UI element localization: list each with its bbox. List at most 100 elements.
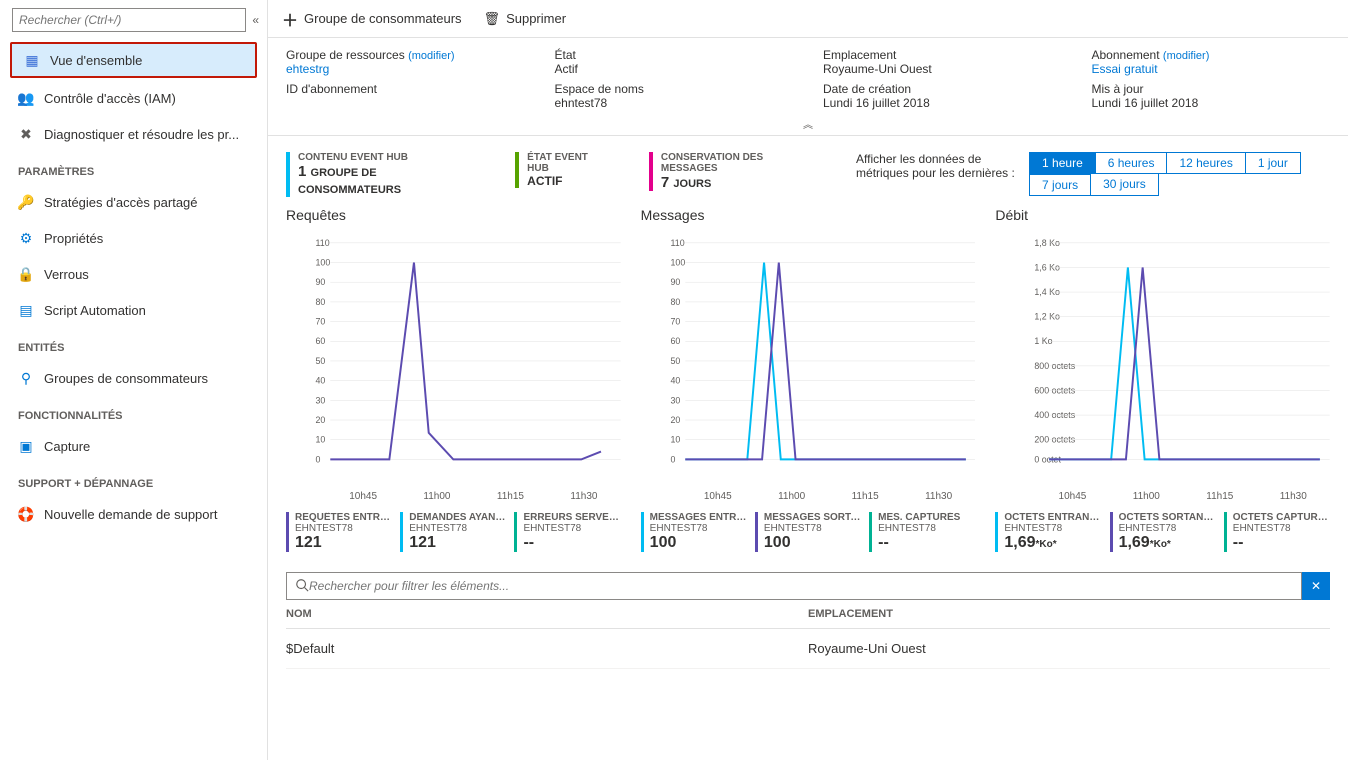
status-label: ÉTAT EVENT HUB	[527, 152, 609, 174]
m-label: MES. CAPTURÉS	[878, 512, 975, 523]
nav-script[interactable]: ▤ Script Automation	[0, 292, 267, 328]
svg-text:40: 40	[316, 376, 326, 386]
timegrain-30d[interactable]: 30 jours	[1090, 173, 1159, 196]
svg-text:30: 30	[316, 395, 326, 405]
chart-canvas-messages[interactable]: 1101009080706050403020100	[641, 229, 976, 489]
status-sub: GROUPE DE CONSOMMATEURS	[298, 167, 401, 196]
nav-label: Capture	[44, 439, 90, 454]
nav-diagnose[interactable]: ✖ Diagnostiquer et résoudre les pr...	[0, 116, 267, 152]
nav-label: Verrous	[44, 267, 89, 282]
status-label: CONTENU EVENT HUB	[298, 152, 475, 163]
nav-capture[interactable]: ▣ Capture	[0, 428, 267, 464]
essentials-toggle[interactable]: ︽	[286, 116, 1330, 131]
modify-resource-group-link[interactable]: (modifier)	[408, 50, 454, 62]
timegrain-1d[interactable]: 1 jour	[1245, 152, 1301, 174]
chart-title: Requêtes	[286, 207, 621, 223]
ess-val: ehntest78	[555, 96, 794, 110]
metric-tp-in: OCTETS ENTRANTS (...EHNTEST781,69*Ko*	[995, 512, 1101, 552]
timegrain-1h[interactable]: 1 heure	[1029, 152, 1096, 174]
chart-canvas-requests[interactable]: 1101009080706050403020100	[286, 229, 621, 489]
m-sub: EHNTEST78	[878, 523, 975, 534]
xtick: 11h15	[1206, 491, 1233, 502]
status-value: ACTIF	[527, 174, 609, 188]
xtick: 11h15	[852, 491, 879, 502]
filter-input[interactable]	[309, 579, 1293, 593]
chart-xlabels: 10h45 11h00 11h15 11h30	[286, 489, 621, 512]
delete-button[interactable]: 🗑 Supprimer	[484, 11, 566, 27]
nav-consumer-groups[interactable]: ⚲ Groupes de consommateurs	[0, 360, 267, 396]
chart-title: Messages	[641, 207, 976, 223]
chart-messages: Messages 1101009080706050403020100 10h45…	[641, 207, 976, 552]
charts-row: Requêtes 1101009080706050403020100 10h45…	[268, 207, 1348, 562]
nav-locks[interactable]: 🔒 Verrous	[0, 256, 267, 292]
ess-label: État	[555, 48, 794, 62]
svg-text:80: 80	[316, 297, 326, 307]
timegrain-6h[interactable]: 6 heures	[1095, 152, 1168, 174]
capture-icon: ▣	[18, 438, 34, 455]
timegrain-label: Afficher les données de métriques pour l…	[856, 152, 1016, 180]
m-sub: EHNTEST78	[764, 523, 861, 534]
svg-text:40: 40	[670, 376, 680, 386]
timegrain-buttons: 1 heure 6 heures 12 heures 1 jour 7 jour…	[1030, 152, 1330, 196]
filter-clear-button[interactable]: ✕	[1302, 572, 1330, 600]
filter-row: ✕	[286, 572, 1330, 600]
nav-label: Groupes de consommateurs	[44, 371, 208, 386]
nav-header-entites: ENTITÉS	[0, 328, 267, 360]
svg-text:30: 30	[670, 395, 680, 405]
script-icon: ▤	[18, 302, 34, 319]
nav-iam[interactable]: 👥 Contrôle d'accès (IAM)	[0, 80, 267, 116]
m-sub: EHNTEST78	[650, 523, 747, 534]
sidebar-search-input[interactable]	[19, 13, 239, 27]
ess-label: Groupe de ressources	[286, 48, 405, 62]
modify-subscription-link[interactable]: (modifier)	[1163, 50, 1209, 62]
nav-overview[interactable]: ▦ Vue d'ensemble	[10, 42, 257, 78]
essentials-panel: Groupe de ressources (modifier) ehtestrg…	[268, 38, 1348, 136]
m-val: 100	[650, 534, 747, 552]
xtick: 11h30	[925, 491, 952, 502]
svg-text:10: 10	[316, 435, 326, 445]
ess-val: Actif	[555, 62, 794, 76]
chart-xlabels: 10h45 11h00 11h15 11h30	[641, 489, 976, 512]
nav-properties[interactable]: ⚙ Propriétés	[0, 220, 267, 256]
m-unit: *Ko*	[1150, 539, 1171, 550]
ess-label: Espace de noms	[555, 82, 794, 96]
chart-requests: Requêtes 1101009080706050403020100 10h45…	[286, 207, 621, 552]
ess-subid-label: ID d'abonnement	[286, 82, 525, 96]
add-consumer-group-button[interactable]: ＋ Groupe de consommateurs	[282, 7, 462, 31]
m-val: 100	[764, 534, 861, 552]
col-loc[interactable]: EMPLACEMENT	[808, 608, 1330, 620]
m-label: MESSAGES ENTRANTS...	[650, 512, 747, 523]
cell-loc: Royaume-Uni Ouest	[808, 641, 1330, 656]
table-header: NOM EMPLACEMENT	[286, 600, 1330, 629]
timegrain-12h[interactable]: 12 heures	[1166, 152, 1245, 174]
nav-policies[interactable]: 🔑 Stratégies d'accès partagé	[0, 184, 267, 220]
sidebar-search[interactable]	[12, 8, 246, 32]
chart-canvas-throughput[interactable]: 1,8 Ko1,6 Ko1,4 Ko1,2 Ko1 Ko800 octets60…	[995, 229, 1330, 489]
main-content: ＋ Groupe de consommateurs 🗑 Supprimer Gr…	[268, 0, 1348, 760]
ess-state: État Actif Espace de noms ehntest78	[555, 48, 794, 110]
m-label: OCTETS SORTANTS (...	[1119, 512, 1216, 523]
m-val: --	[878, 534, 975, 552]
trash-icon: 🗑	[484, 11, 501, 27]
svg-text:100: 100	[670, 257, 685, 267]
ess-resource-group: Groupe de ressources (modifier) ehtestrg…	[286, 48, 525, 110]
m-unit: *Ko*	[1035, 539, 1056, 550]
m-label: MESSAGES SORTANTS...	[764, 512, 861, 523]
collapse-sidebar-button[interactable]: «	[252, 13, 259, 27]
subscription-link[interactable]: Essai gratuit	[1092, 62, 1331, 76]
resource-group-link[interactable]: ehtestrg	[286, 62, 525, 76]
col-name[interactable]: NOM	[286, 608, 808, 620]
table-row[interactable]: $Default Royaume-Uni Ouest	[286, 629, 1330, 669]
m-label: REQUÊTES ENTRANTES...	[295, 512, 392, 523]
xtick: 11h30	[570, 491, 597, 502]
status-value: 7	[661, 174, 669, 191]
properties-icon: ⚙	[18, 230, 34, 247]
timegrain-7d[interactable]: 7 jours	[1029, 174, 1091, 196]
xtick: 10h45	[1059, 491, 1087, 502]
svg-text:70: 70	[316, 317, 326, 327]
nav-new-support[interactable]: 🛟 Nouvelle demande de support	[0, 496, 267, 532]
xtick: 11h00	[423, 491, 450, 502]
nav-header-parametres: PARAMÈTRES	[0, 152, 267, 184]
filter-box[interactable]	[286, 572, 1302, 600]
toolbar-label: Supprimer	[506, 11, 566, 26]
